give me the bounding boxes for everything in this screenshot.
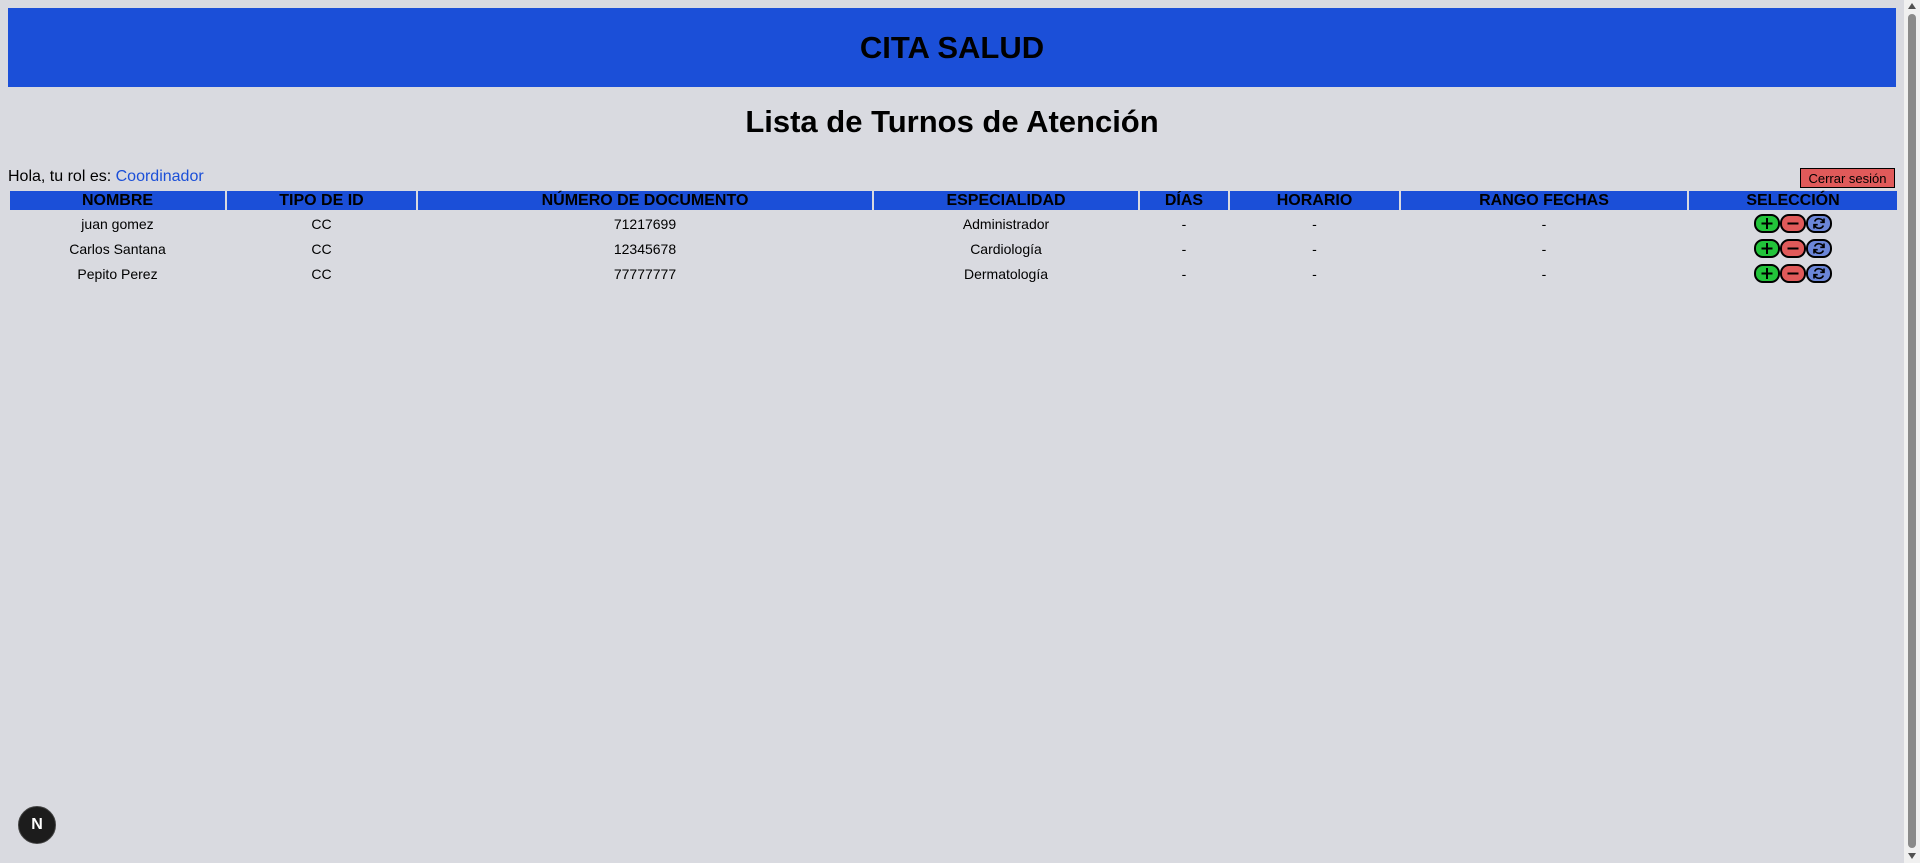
cell-seleccion xyxy=(1689,237,1897,260)
column-header-dias: DÍAS xyxy=(1140,191,1228,210)
add-button[interactable] xyxy=(1754,214,1780,233)
cell-seleccion xyxy=(1689,262,1897,285)
remove-button[interactable] xyxy=(1780,239,1806,258)
refresh-button[interactable] xyxy=(1806,264,1832,283)
cell-documento: 71217699 xyxy=(613,215,677,232)
cell-dias: - xyxy=(1181,240,1187,257)
cell-nombre: juan gomez xyxy=(81,215,154,232)
add-button[interactable] xyxy=(1754,264,1780,283)
refresh-icon xyxy=(1813,242,1825,255)
minus-icon xyxy=(1787,272,1799,275)
cell-dias: - xyxy=(1181,215,1187,232)
table-row: juan gomez CC 71217699 Administrador - -… xyxy=(10,212,1897,235)
minus-icon xyxy=(1787,247,1799,250)
refresh-button[interactable] xyxy=(1806,239,1832,258)
greeting-prefix: Hola, tu rol es: xyxy=(8,168,116,185)
turnos-table: NOMBRE TIPO DE ID NÚMERO DE DOCUMENTO ES… xyxy=(8,189,1899,287)
minus-icon xyxy=(1787,222,1799,225)
column-header-tipo-id: TIPO DE ID xyxy=(227,191,416,210)
scroll-up-arrow-icon[interactable] xyxy=(1908,3,1916,9)
app-header: CITA SALUD xyxy=(8,8,1896,87)
refresh-icon xyxy=(1813,217,1825,230)
column-header-horario: HORARIO xyxy=(1230,191,1399,210)
scroll-down-arrow-icon[interactable] xyxy=(1908,853,1916,859)
cell-nombre: Pepito Perez xyxy=(77,265,158,282)
column-header-documento: NÚMERO DE DOCUMENTO xyxy=(418,191,872,210)
cell-tipo-id: CC xyxy=(311,215,332,232)
plus-icon xyxy=(1761,218,1773,229)
cell-especialidad: Cardiología xyxy=(970,240,1042,257)
cell-horario: - xyxy=(1312,240,1317,257)
app-title: CITA SALUD xyxy=(859,29,1045,65)
scrollbar-thumb[interactable] xyxy=(1908,14,1916,848)
plus-icon xyxy=(1761,243,1773,254)
user-role: Coordinador xyxy=(115,168,204,185)
table-row: Pepito Perez CC 77777777 Dermatología - … xyxy=(10,262,1897,285)
table-row: Carlos Santana CC 12345678 Cardiología -… xyxy=(10,237,1897,260)
cell-horario: - xyxy=(1312,265,1317,282)
cell-rango-fechas: - xyxy=(1541,240,1547,257)
remove-button[interactable] xyxy=(1780,214,1806,233)
cell-dias: - xyxy=(1181,265,1187,282)
column-header-seleccion: SELECCIÓN xyxy=(1689,191,1897,210)
cell-nombre: Carlos Santana xyxy=(69,240,166,257)
remove-button[interactable] xyxy=(1780,264,1806,283)
cell-especialidad: Dermatología xyxy=(963,265,1049,282)
cell-documento: 12345678 xyxy=(613,240,677,257)
nextjs-icon[interactable]: N xyxy=(18,806,56,844)
cell-rango-fechas: - xyxy=(1541,265,1547,282)
plus-icon xyxy=(1761,268,1773,279)
add-button[interactable] xyxy=(1754,239,1780,258)
column-header-especialidad: ESPECIALIDAD xyxy=(874,191,1138,210)
cell-especialidad: Administrador xyxy=(962,215,1050,232)
refresh-button[interactable] xyxy=(1806,214,1832,233)
user-greeting: Hola, tu rol es: Coordinador xyxy=(8,168,204,186)
column-header-rango-fechas: RANGO FECHAS xyxy=(1401,191,1687,210)
table-header-row: NOMBRE TIPO DE ID NÚMERO DE DOCUMENTO ES… xyxy=(10,191,1897,210)
cell-tipo-id: CC xyxy=(311,240,332,257)
refresh-icon xyxy=(1813,267,1825,280)
vertical-scrollbar[interactable] xyxy=(1904,0,1920,863)
cell-horario: - xyxy=(1312,215,1317,232)
cell-tipo-id: CC xyxy=(311,265,332,282)
page-title: Lista de Turnos de Atención xyxy=(745,104,1159,139)
page-viewport: CITA SALUD Lista de Turnos de Atención H… xyxy=(0,0,1904,863)
logout-button[interactable]: Cerrar sesión xyxy=(1800,168,1895,188)
column-header-nombre: NOMBRE xyxy=(10,191,225,210)
cell-seleccion xyxy=(1689,212,1897,235)
cell-documento: 77777777 xyxy=(613,265,677,282)
cell-rango-fechas: - xyxy=(1541,215,1547,232)
